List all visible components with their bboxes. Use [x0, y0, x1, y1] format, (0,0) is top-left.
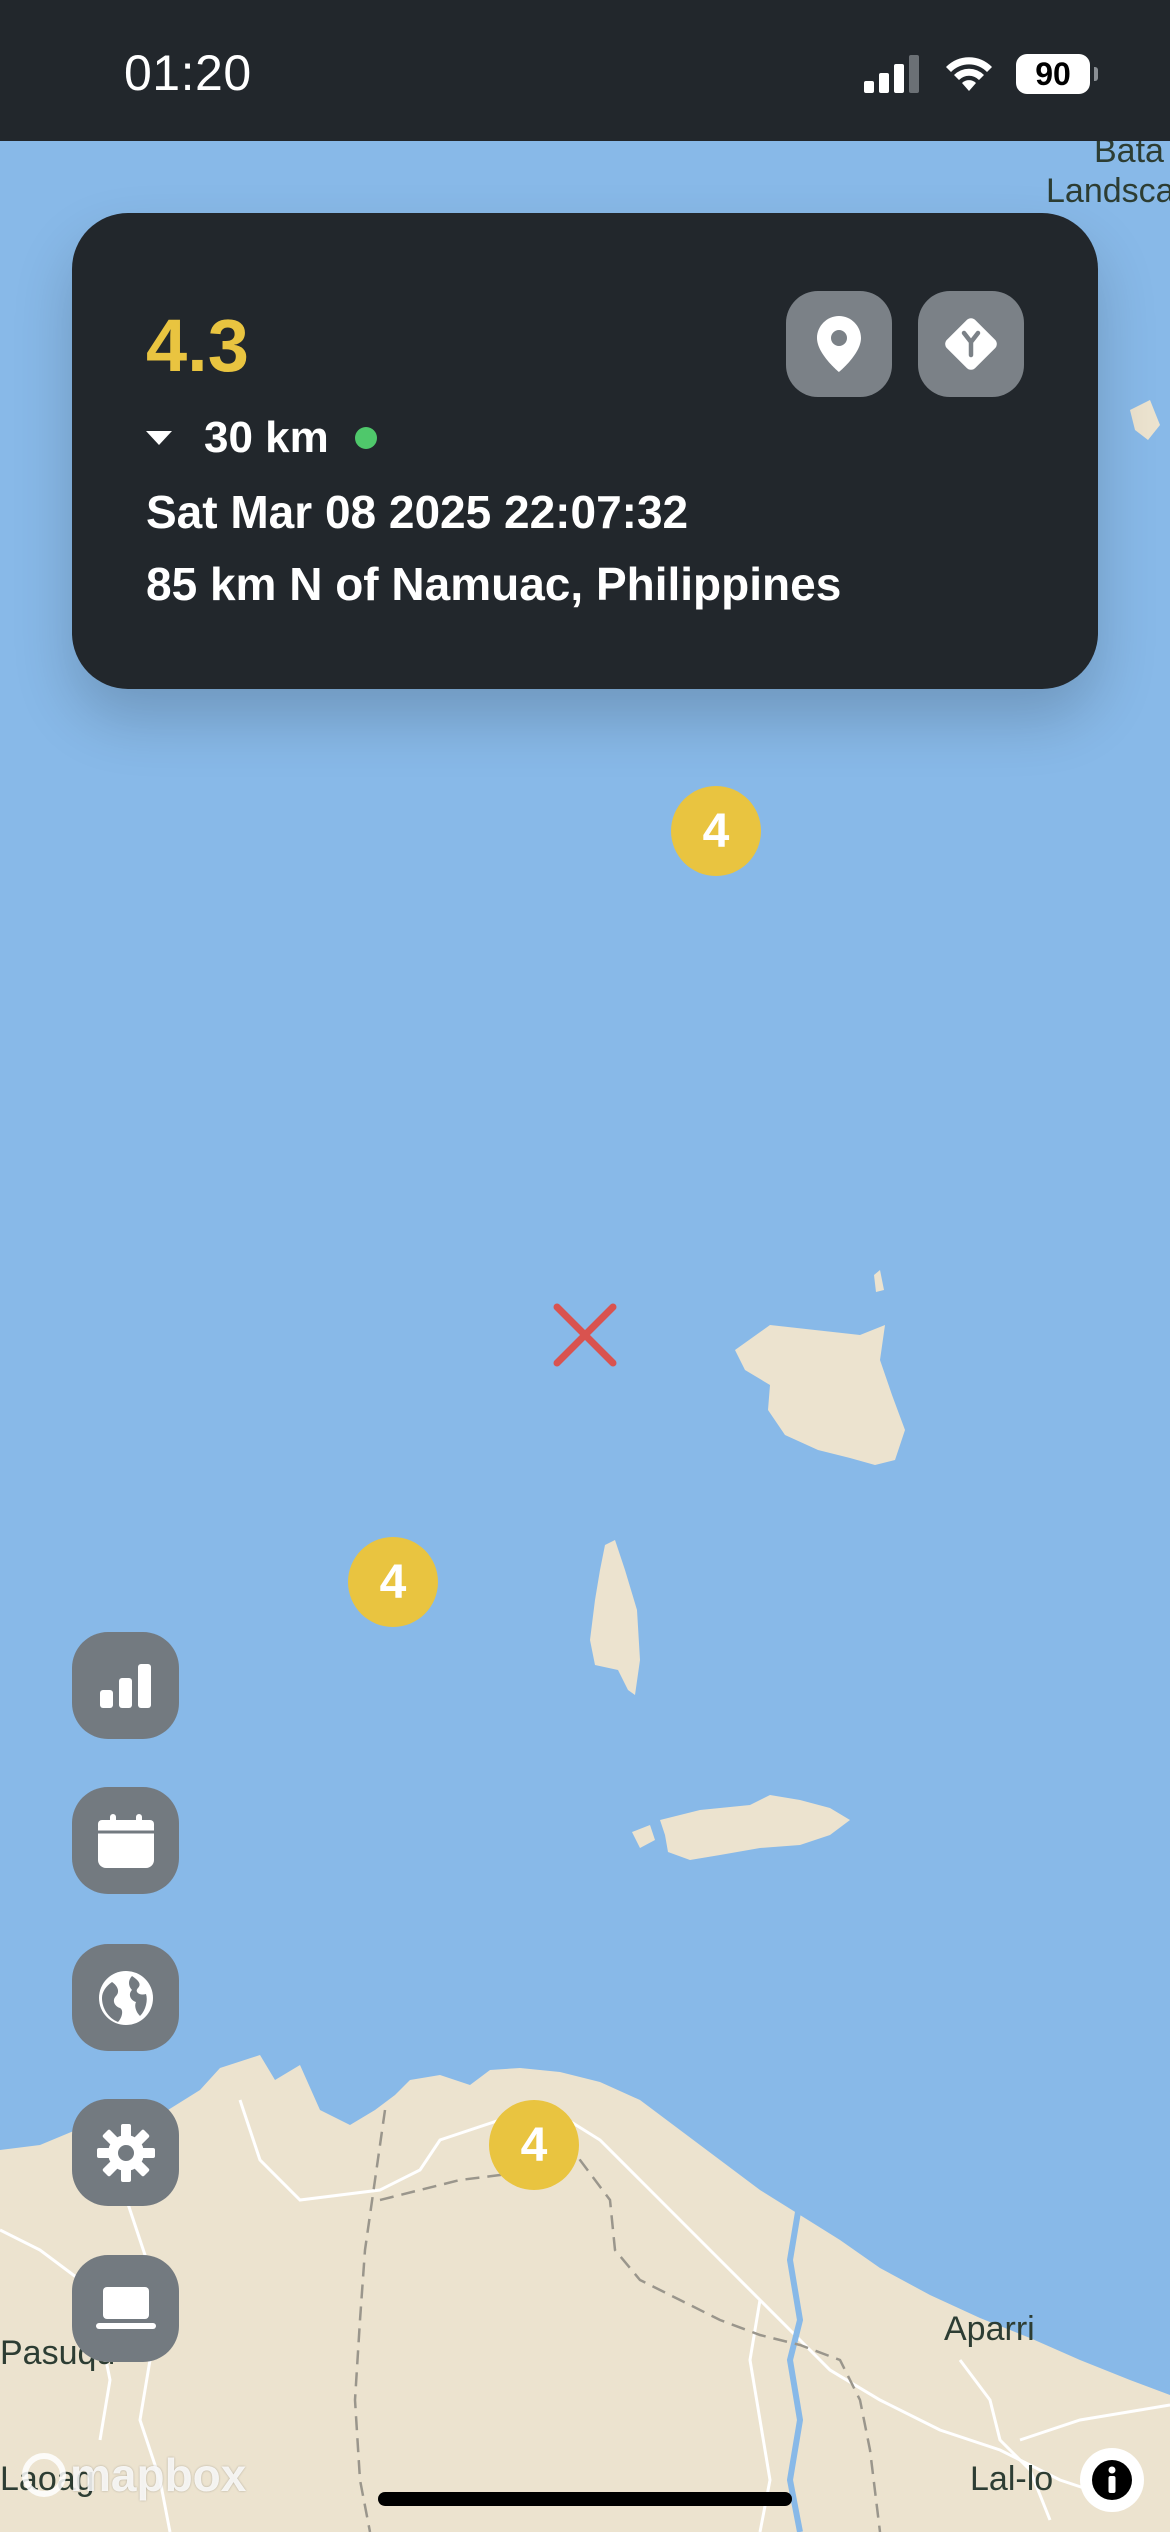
map-label-aparri: Aparri — [944, 2310, 1035, 2348]
status-time: 01:20 — [124, 45, 252, 101]
gear-icon — [96, 2123, 155, 2182]
globe-button[interactable] — [72, 1944, 179, 2051]
calendar-button[interactable] — [72, 1787, 179, 1894]
event-datetime: Sat Mar 08 2025 22:07:32 — [146, 486, 689, 538]
depth-arrow-icon — [146, 431, 172, 445]
status-icons: 90 — [864, 54, 1098, 94]
wifi-icon — [946, 57, 992, 91]
status-dot — [354, 427, 377, 449]
mapbox-logo[interactable]: mapbox — [22, 2448, 246, 2502]
battery-icon: 90 — [1016, 54, 1098, 94]
home-indicator — [378, 2492, 792, 2506]
settings-button[interactable] — [72, 2099, 179, 2206]
depth-row: 30 km — [146, 413, 377, 463]
laptop-button[interactable] — [72, 2255, 179, 2362]
event-place: 85 km N of Namuac, Philippines — [146, 558, 842, 610]
status-bar: 01:20 90 — [0, 0, 1170, 141]
laptop-icon — [95, 2286, 156, 2329]
attribution-info-button[interactable] — [1080, 2448, 1144, 2512]
earthquake-cluster[interactable]: 4 — [348, 1537, 438, 1627]
stats-icon — [99, 1663, 151, 1708]
calendar-icon — [97, 1813, 154, 1868]
stats-button[interactable] — [72, 1632, 179, 1739]
location-pin-icon — [817, 316, 861, 372]
map-label-lallo: Lal-lo — [970, 2460, 1054, 2498]
earthquake-cluster[interactable]: 4 — [489, 2100, 579, 2190]
depth-value: 30 km — [204, 413, 329, 462]
magnitude-value: 4.3 — [146, 304, 249, 387]
globe-icon — [98, 1970, 153, 2025]
earthquake-info-card[interactable]: 4.3 30 km Sat Mar 08 2025 22:07:32 85 km… — [72, 213, 1098, 689]
mapbox-logo-icon — [22, 2453, 66, 2497]
cellular-signal-icon — [864, 55, 919, 93]
directions-button[interactable] — [918, 291, 1024, 397]
mapbox-logo-text: mapbox — [70, 2449, 247, 2501]
earthquake-cluster[interactable]: 4 — [671, 786, 761, 876]
directions-icon — [945, 318, 997, 370]
info-icon — [1092, 2460, 1132, 2500]
map-label-landsca: Landsca — [1046, 172, 1170, 210]
locate-button[interactable] — [786, 291, 892, 397]
